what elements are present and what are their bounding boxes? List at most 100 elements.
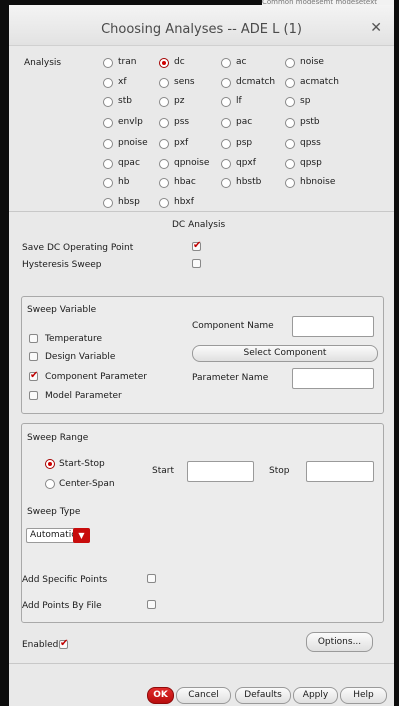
analysis-label-qpxf: qpxf [236, 158, 256, 168]
design-variable-checkbox[interactable] [29, 352, 38, 361]
component-parameter-label: Component Parameter [45, 372, 147, 382]
start-input[interactable] [187, 461, 254, 482]
analysis-radio-hb[interactable] [103, 178, 113, 188]
analysis-radio-pac[interactable] [221, 118, 231, 128]
analysis-radio-sens[interactable] [159, 78, 169, 88]
analysis-label-envlp: envlp [118, 117, 143, 127]
enabled-checkbox[interactable] [59, 638, 68, 649]
stop-input[interactable] [306, 461, 374, 482]
start-stop-label: Start-Stop [59, 459, 105, 469]
component-name-input[interactable] [292, 316, 374, 337]
analysis-label-ac: ac [236, 57, 247, 67]
analysis-radio-qpac[interactable] [103, 159, 113, 169]
analysis-radio-noise[interactable] [285, 58, 295, 68]
analysis-radio-pz[interactable] [159, 97, 169, 107]
analysis-label-xf: xf [118, 77, 127, 87]
ok-button[interactable]: OK [147, 687, 174, 704]
analysis-radio-hbnoise[interactable] [285, 178, 295, 188]
screen-frame-left [0, 0, 9, 706]
analysis-label-hbsp: hbsp [118, 197, 140, 207]
analysis-label-hbac: hbac [174, 177, 196, 187]
parameter-name-label: Parameter Name [192, 373, 269, 383]
analysis-radio-hbsp[interactable] [103, 198, 113, 208]
analysis-label-hb: hb [118, 177, 130, 187]
analysis-radio-ac[interactable] [221, 58, 231, 68]
add-specific-points-label: Add Specific Points [22, 575, 108, 585]
analysis-label-pz: pz [174, 96, 185, 106]
sweep-type-select[interactable]: Automatic ▼ [26, 528, 90, 543]
separator [9, 663, 394, 664]
analysis-label: Analysis [24, 58, 62, 68]
hysteresis-checkbox[interactable] [192, 259, 201, 268]
save-dc-op-checkbox[interactable] [192, 240, 201, 251]
analysis-label-stb: stb [118, 96, 132, 106]
cancel-button[interactable]: Cancel [176, 687, 231, 704]
sweep-type-value: Automatic [30, 530, 77, 540]
component-parameter-checkbox[interactable] [29, 370, 38, 381]
add-points-by-file-checkbox[interactable] [147, 600, 156, 609]
analysis-label-pac: pac [236, 117, 253, 127]
component-name-label: Component Name [192, 321, 274, 331]
analysis-radio-sp[interactable] [285, 97, 295, 107]
sweep-type-label: Sweep Type [27, 507, 81, 517]
model-parameter-checkbox[interactable] [29, 391, 38, 400]
analysis-radio-hbac[interactable] [159, 178, 169, 188]
temperature-label: Temperature [45, 334, 103, 344]
analysis-radio-pstb[interactable] [285, 118, 295, 128]
dialog-titlebar: Choosing Analyses -- ADE L (1) ✕ [9, 5, 394, 46]
dialog-title: Choosing Analyses -- ADE L (1) [101, 22, 302, 37]
analysis-label-psp: psp [236, 138, 253, 148]
analysis-radio-pss[interactable] [159, 118, 169, 128]
screen-frame-right [394, 0, 399, 706]
start-label: Start [152, 466, 174, 476]
center-span-label: Center-Span [59, 479, 115, 489]
analysis-label-tran: tran [118, 57, 137, 67]
analysis-label-lf: lf [236, 96, 242, 106]
close-icon[interactable]: ✕ [370, 20, 382, 36]
analysis-label-sp: sp [300, 96, 311, 106]
enabled-label: Enabled [22, 640, 59, 650]
analysis-radio-hbstb[interactable] [221, 178, 231, 188]
analysis-label-sens: sens [174, 77, 195, 87]
analysis-radio-qpsp[interactable] [285, 159, 295, 169]
analysis-label-pxf: pxf [174, 138, 189, 148]
analysis-radio-pnoise[interactable] [103, 139, 113, 149]
separator [9, 211, 394, 212]
chevron-down-icon[interactable]: ▼ [73, 528, 90, 543]
help-button[interactable]: Help [340, 687, 387, 704]
analysis-radio-envlp[interactable] [103, 118, 113, 128]
analysis-radio-xf[interactable] [103, 78, 113, 88]
parameter-name-input[interactable] [292, 368, 374, 389]
apply-button[interactable]: Apply [293, 687, 338, 704]
temperature-checkbox[interactable] [29, 334, 38, 343]
analysis-radio-stb[interactable] [103, 97, 113, 107]
analysis-radio-tran[interactable] [103, 58, 113, 68]
analysis-radio-qpnoise[interactable] [159, 159, 169, 169]
analysis-radio-dc[interactable] [159, 58, 169, 68]
add-specific-points-checkbox[interactable] [147, 574, 156, 583]
analysis-label-qpac: qpac [118, 158, 140, 168]
select-component-button[interactable]: Select Component [192, 345, 378, 362]
defaults-button[interactable]: Defaults [235, 687, 291, 704]
analysis-label-hbnoise: hbnoise [300, 177, 336, 187]
analysis-label-qpsp: qpsp [300, 158, 322, 168]
start-stop-radio[interactable] [45, 459, 55, 469]
analysis-radio-psp[interactable] [221, 139, 231, 149]
sweep-range-title: Sweep Range [27, 433, 89, 443]
analysis-label-hbstb: hbstb [236, 177, 262, 187]
analysis-radio-qpxf[interactable] [221, 159, 231, 169]
analysis-label-dcmatch: dcmatch [236, 77, 276, 87]
hysteresis-label: Hysteresis Sweep [22, 260, 102, 270]
analysis-radio-pxf[interactable] [159, 139, 169, 149]
sweep-range-group [21, 423, 384, 623]
analysis-label-pstb: pstb [300, 117, 320, 127]
analysis-radio-dcmatch[interactable] [221, 78, 231, 88]
analysis-radio-hbxf[interactable] [159, 198, 169, 208]
dc-analysis-heading: DC Analysis [172, 220, 226, 230]
options-button[interactable]: Options... [306, 632, 373, 652]
analysis-label-acmatch: acmatch [300, 77, 339, 87]
analysis-radio-qpss[interactable] [285, 139, 295, 149]
center-span-radio[interactable] [45, 479, 55, 489]
analysis-radio-lf[interactable] [221, 97, 231, 107]
analysis-radio-acmatch[interactable] [285, 78, 295, 88]
